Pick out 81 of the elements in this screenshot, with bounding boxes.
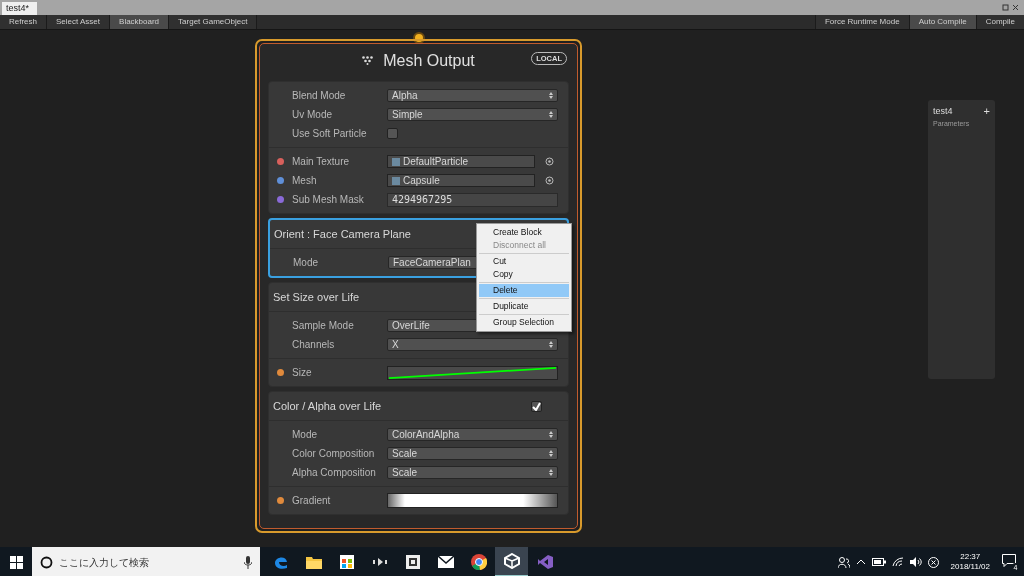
dropdown-arrow-icon: [549, 469, 553, 476]
menu-item[interactable]: Delete: [479, 284, 569, 297]
date-text: 2018/11/02: [950, 562, 990, 572]
dropdown[interactable]: Alpha: [387, 89, 558, 102]
block-title: Set Size over Life: [273, 291, 360, 303]
gradient-field[interactable]: [387, 493, 558, 508]
menu-item[interactable]: Create Block: [479, 226, 569, 239]
particles-icon: [362, 56, 374, 65]
field-label: Mesh: [291, 175, 318, 186]
search-box[interactable]: ここに入力して検索: [32, 547, 260, 576]
window-controls-icon[interactable]: [1002, 4, 1020, 11]
dropdown[interactable]: Scale: [387, 447, 558, 460]
target-icon[interactable]: [545, 176, 554, 185]
notification-icon[interactable]: [1002, 554, 1016, 567]
menu-item[interactable]: Duplicate: [479, 300, 569, 313]
taskbar-app-icon[interactable]: [495, 547, 528, 576]
dropdown[interactable]: Simple: [387, 108, 558, 121]
field-label: Mode: [291, 429, 318, 440]
port-dot[interactable]: [277, 369, 284, 376]
people-icon[interactable]: [837, 556, 850, 568]
input-field[interactable]: 4294967295: [387, 192, 558, 207]
block-title: Color / Alpha over Life: [273, 400, 382, 412]
document-tab[interactable]: test4*: [2, 2, 37, 15]
dropdown-arrow-icon: [549, 92, 553, 99]
checkbox[interactable]: [387, 128, 398, 139]
battery-icon[interactable]: [871, 558, 886, 566]
field-label: Color Composition: [291, 448, 376, 459]
error-icon[interactable]: [927, 556, 939, 568]
clock[interactable]: 22:37 2018/11/02: [950, 552, 990, 572]
blackboard-title: test4: [933, 106, 953, 116]
toolbar-button[interactable]: Force Runtime Mode: [814, 15, 909, 29]
field-label: Gradient: [291, 495, 332, 506]
dropdown-arrow-icon: [549, 431, 553, 438]
toolbar-button[interactable]: Refresh: [0, 15, 47, 29]
search-field[interactable]: ここに入力して検索: [59, 556, 238, 568]
object-field[interactable]: Capsule: [387, 174, 535, 187]
microphone-icon[interactable]: [244, 555, 252, 569]
asset-icon: [391, 175, 401, 186]
toolbar-button[interactable]: Select Asset: [47, 15, 111, 29]
port-dot[interactable]: [277, 196, 284, 203]
volume-icon[interactable]: [909, 557, 922, 567]
dropdown[interactable]: ColorAndAlpha: [387, 428, 558, 441]
object-field[interactable]: DefaultParticle: [387, 155, 535, 168]
target-icon[interactable]: [545, 157, 554, 166]
wifi-icon[interactable]: [891, 557, 904, 567]
checkbox[interactable]: [531, 400, 542, 412]
field-label: Main Texture: [291, 156, 351, 167]
field-label: Alpha Composition: [291, 467, 377, 478]
node-title: Mesh Output: [383, 51, 475, 70]
block-title: Orient : Face Camera Plane: [274, 228, 411, 240]
dropdown-arrow-icon: [549, 111, 553, 118]
dropdown-arrow-icon: [549, 450, 553, 457]
dropdown-arrow-icon: [549, 341, 553, 348]
field-label: Blend Mode: [291, 90, 347, 101]
port-dot[interactable]: [277, 158, 284, 165]
field-label: Sample Mode: [291, 320, 355, 331]
chevron-up-icon[interactable]: [855, 559, 866, 565]
menu-item[interactable]: Copy: [479, 268, 569, 281]
block-panel[interactable]: Color / Alpha over Life Mode ColorAndAlpha Color Composition Scale Alpha Composition Scale Gradient: [268, 391, 569, 515]
dropdown[interactable]: Scale: [387, 466, 558, 479]
windows-start-icon[interactable]: [9, 555, 23, 569]
field-label: Size: [291, 367, 313, 378]
time-text: 22:37: [960, 552, 981, 562]
search-icon: [40, 555, 53, 569]
node-card[interactable]: [255, 39, 582, 533]
field-label: Mode: [292, 257, 319, 268]
field-label: Channels: [291, 339, 336, 350]
toolbar-button[interactable]: Compile: [975, 15, 1024, 29]
asset-icon: [391, 156, 401, 167]
field-label: Sub Mesh Mask: [291, 194, 365, 205]
toolbar-button[interactable]: Target GameObject: [169, 15, 258, 29]
menu-item[interactable]: Group Selection: [479, 316, 569, 329]
add-button[interactable]: +: [983, 105, 990, 117]
dropdown[interactable]: X: [387, 338, 558, 351]
curve-field[interactable]: [387, 365, 558, 380]
toolbar-button[interactable]: Auto Compile: [908, 15, 976, 29]
port-dot[interactable]: [277, 497, 284, 504]
toolbar-button[interactable]: Blackboard: [110, 15, 170, 29]
field-label: Use Soft Particle: [291, 128, 368, 139]
field-label: Uv Mode: [291, 109, 333, 120]
port-dot[interactable]: [277, 177, 284, 184]
